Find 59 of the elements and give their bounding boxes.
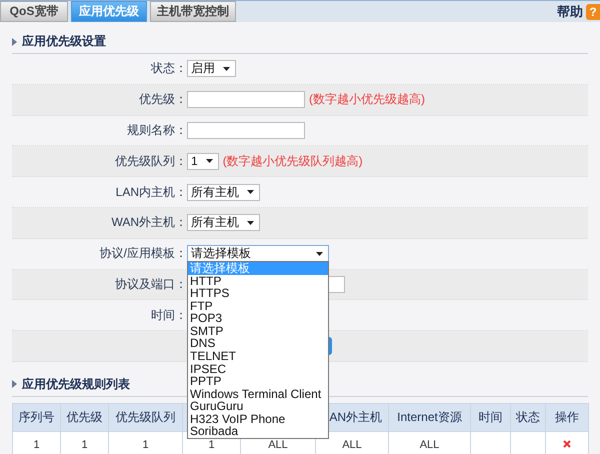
arrow-icon: [12, 380, 17, 388]
dropdown[interactable]: 启用: [187, 60, 236, 78]
dropdown-option[interactable]: HTTP: [188, 274, 328, 288]
table-cell: 1: [81, 438, 88, 451]
dropdown[interactable]: 所有主机: [187, 214, 260, 232]
dropdown-option[interactable]: SMTP: [188, 324, 328, 338]
table-cell: 1: [142, 438, 149, 451]
column-header: 优先级队列: [116, 410, 176, 424]
dropdown[interactable]: 请选择模板: [187, 245, 329, 262]
caret-icon: [247, 220, 254, 225]
delete-icon[interactable]: [563, 440, 571, 448]
table-cell: 1: [33, 438, 40, 451]
table-cell: ALL: [268, 438, 288, 451]
hint-text: (数字越小优先级越高): [309, 91, 425, 108]
dropdown-option[interactable]: IPSEC: [188, 362, 328, 376]
column-header: 序列号: [18, 410, 54, 424]
form-label: 协议及端口：: [115, 276, 187, 291]
form-label: 时间：: [151, 308, 187, 322]
dropdown[interactable]: 1: [187, 152, 219, 170]
column-header: 时间: [478, 410, 502, 424]
column-header: 操作: [555, 410, 579, 424]
input-field[interactable]: [187, 91, 305, 108]
dropdown-option[interactable]: HTTPS: [188, 287, 328, 300]
dropdown-option[interactable]: GuruGuru: [188, 400, 328, 413]
dropdown-option[interactable]: Soribada: [188, 425, 328, 438]
caret-icon: [206, 159, 213, 164]
form-label: LAN内主机：: [116, 184, 187, 199]
form-label: 状态：: [151, 61, 187, 76]
column-header: 优先级: [66, 410, 102, 424]
tab[interactable]: QoS宽带: [0, 1, 68, 22]
column-header: AN外主机: [329, 410, 382, 424]
form-label: 优先级队列：: [115, 154, 187, 168]
caret-icon: [316, 252, 323, 256]
arrow-icon: [12, 38, 17, 46]
section-title: 应用优先级规则列表: [22, 376, 130, 393]
dropdown-option[interactable]: POP3: [188, 312, 328, 325]
caret-icon: [223, 66, 230, 71]
dropdown-option[interactable]: PPTP: [188, 375, 328, 388]
dropdown-option[interactable]: FTP: [188, 300, 328, 312]
form-label: WAN外主机：: [111, 215, 187, 230]
dropdown-option[interactable]: Windows Terminal Client: [188, 388, 328, 400]
form-label: 优先级：: [139, 92, 187, 106]
input-field[interactable]: [187, 122, 305, 139]
dropdown-option[interactable]: H323 VoIP Phone: [188, 412, 328, 426]
table-cell: ALL: [420, 438, 440, 451]
column-header: 状态: [516, 410, 540, 424]
form-label: 协议/应用模板：: [100, 246, 187, 260]
caret-icon: [247, 190, 254, 194]
dropdown-option[interactable]: DNS: [188, 337, 328, 350]
help-link[interactable]: 帮助: [557, 2, 583, 20]
form-label: 规则名称：: [127, 122, 187, 137]
section-title: 应用优先级设置: [22, 33, 106, 50]
tab[interactable]: 主机带宽控制: [150, 1, 236, 22]
table-cell: 1: [208, 438, 215, 451]
dropdown[interactable]: 所有主机: [187, 184, 260, 201]
table-cell: ALL: [342, 438, 362, 451]
column-header: Internet资源: [397, 410, 462, 424]
hint-text: (数字越小优先级队列越高): [222, 152, 363, 170]
dropdown-option[interactable]: TELNET: [188, 350, 328, 363]
